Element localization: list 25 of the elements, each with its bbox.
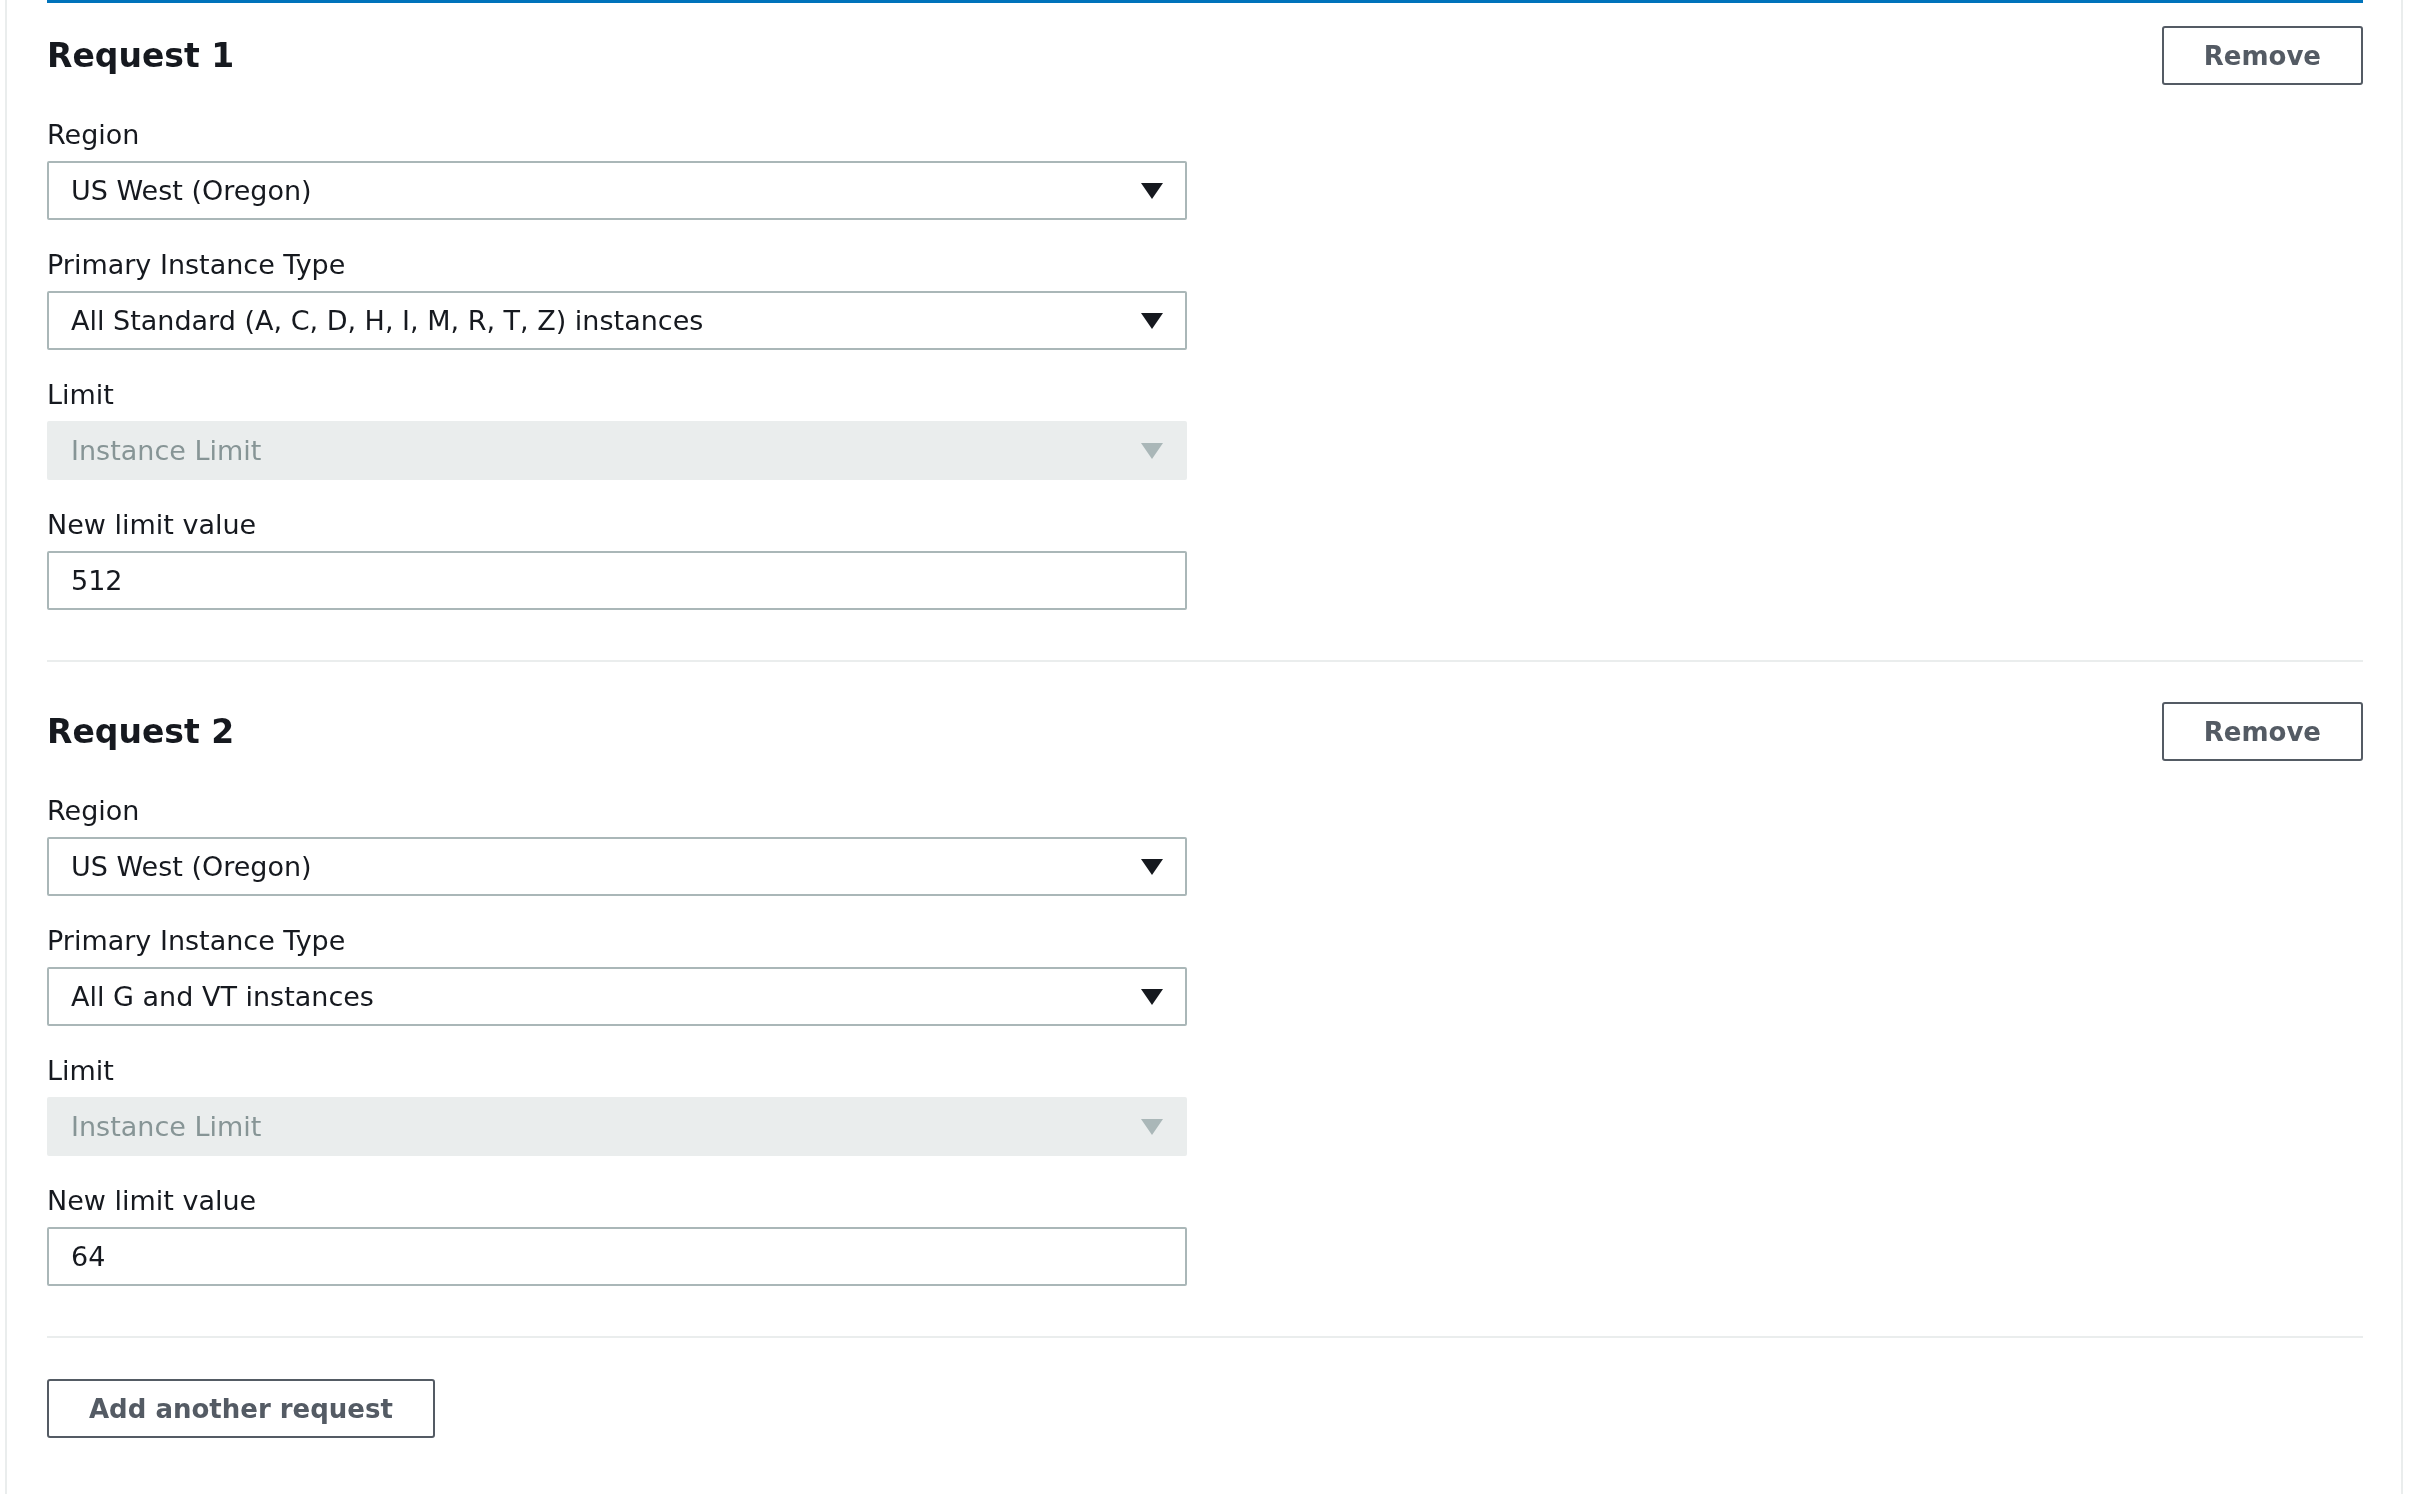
field-label: Region <box>47 118 141 152</box>
remove-button[interactable]: Remove <box>2161 26 2363 85</box>
remove-button[interactable]: Remove <box>2161 702 2363 761</box>
field-label: Region <box>47 794 141 828</box>
select-field[interactable]: US West (Oregon) <box>47 837 1187 896</box>
select-field[interactable]: All G and VT instances <box>47 967 1187 1026</box>
select-field[interactable]: All Standard (A, C, D, H, I, M, R, T, Z) instances <box>47 291 1187 350</box>
caret-down-icon <box>1141 312 1163 329</box>
caret-down-icon <box>1141 1118 1163 1135</box>
caret-down-icon <box>1141 442 1163 459</box>
caret-down-icon <box>1141 182 1163 199</box>
field-label: New limit value <box>47 1184 258 1218</box>
field-label: Limit <box>47 378 115 412</box>
select-field[interactable]: US West (Oregon) <box>47 161 1187 220</box>
request-heading: Request 1 <box>47 36 235 75</box>
request-heading: Request 2 <box>47 712 235 751</box>
field-label: Primary Instance Type <box>47 248 347 282</box>
caret-down-icon <box>1141 858 1163 875</box>
field-label: Limit <box>47 1054 115 1088</box>
add-request-button[interactable]: Add another request <box>47 1379 435 1438</box>
field-label: New limit value <box>47 508 258 542</box>
caret-down-icon <box>1141 988 1163 1005</box>
input-field[interactable]: 64 <box>47 1227 1187 1286</box>
field-label: Primary Instance Type <box>47 924 347 958</box>
input-field[interactable]: 512 <box>47 551 1187 610</box>
